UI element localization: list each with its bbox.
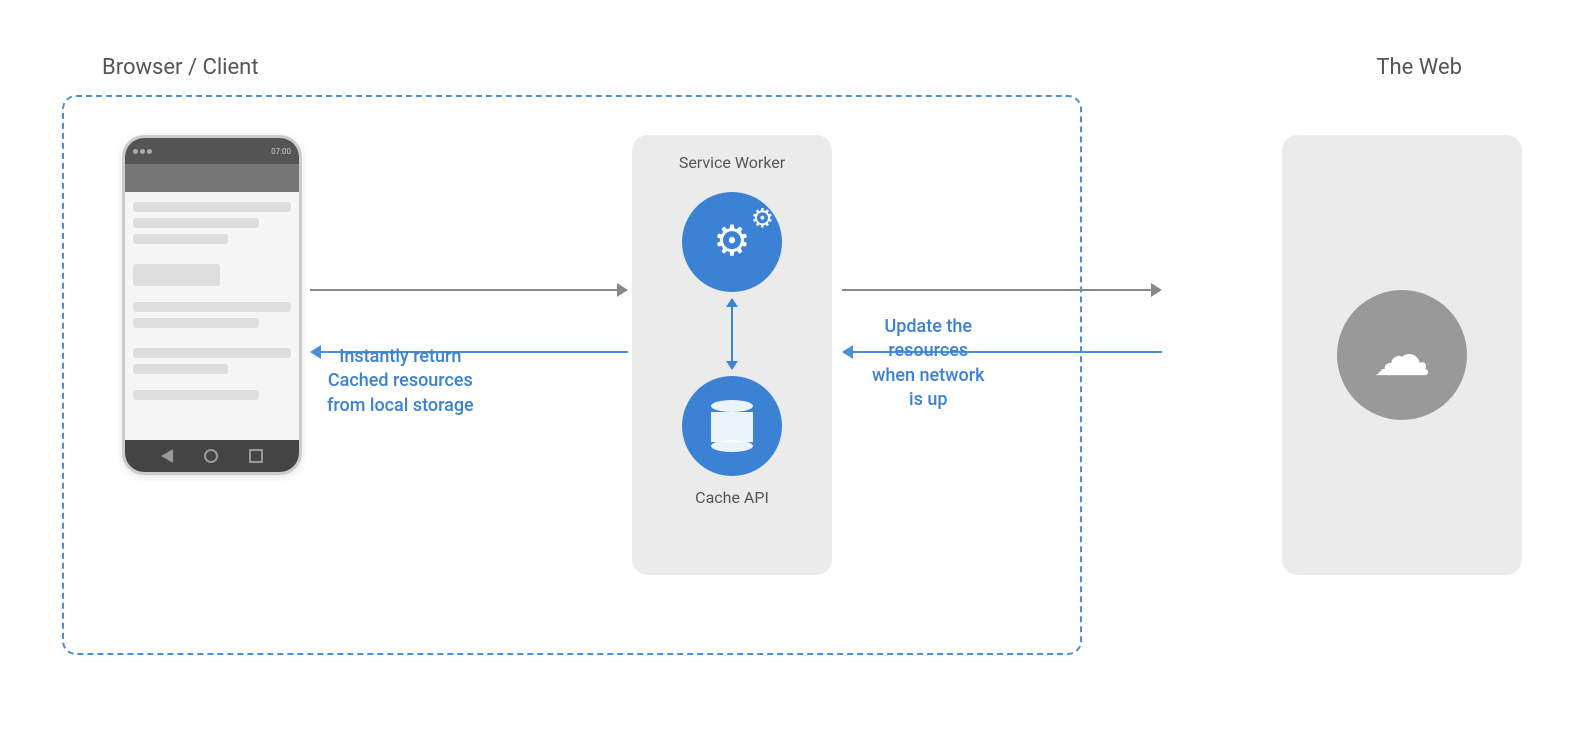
phone-content-line [133,390,259,400]
arrow-line-gray [842,289,1151,291]
signal-dot [147,149,152,154]
from-local-storage-text: from local storage [327,394,474,418]
arrow-head-right [617,283,628,297]
database-icon [711,400,753,452]
cloud-icon: ☁ [1373,321,1431,390]
phone-mockup: 07:00 [122,135,302,475]
db-cylinder-body [711,412,753,442]
phone-nav-bar [125,440,299,472]
gear-small-icon: ⚙ [751,204,774,234]
gear-circle: ⚙ ⚙ [682,192,782,292]
sw-double-arrow [731,304,733,364]
browser-client-label: Browser / Client [102,55,259,80]
update-the-text: Update the [872,315,984,339]
resources-text: resources [872,339,984,363]
arrow-head-left-blue [842,345,853,359]
the-web-label: The Web [1376,55,1462,80]
update-the-label: Update the resources when network is up [872,315,984,412]
signal-dot [133,149,138,154]
phone-content-line [133,364,228,374]
cache-api-label: Cache API [695,488,769,507]
gear-main-icon: ⚙ [713,221,751,263]
phone-content-block [133,264,220,286]
phone-content-line [133,202,291,212]
database-circle [682,376,782,476]
instantly-return-label: Instantly return Cached resources from l… [327,345,474,418]
phone-content-line [133,348,291,358]
sw-arrow-line [731,304,733,364]
is-up-text: is up [872,388,984,412]
arrow-line [310,289,617,291]
db-ellipse-bottom [711,440,753,452]
diagram-wrapper: Browser / Client The Web 07:00 [42,35,1542,695]
arrow-head-left [310,345,321,359]
time-text: 07:00 [271,147,291,156]
service-worker-box: Service Worker ⚙ ⚙ Cache API [632,135,832,575]
arrow-sw-to-web [842,283,1162,297]
phone-content [125,192,299,440]
signal-dots [133,149,152,154]
service-worker-label: Service Worker [679,153,785,172]
home-nav-icon [204,449,218,463]
arrow-phone-to-sw [310,283,628,297]
phone-content-line [133,234,228,244]
phone-toolbar [125,164,299,192]
signal-dot [140,149,145,154]
instantly-return-text: Instantly return [327,345,474,369]
phone-content-line [133,318,259,328]
phone-content-line [133,302,291,312]
phone-content-line [133,218,259,228]
cached-resources-text: Cached resources [327,369,474,393]
cloud-circle: ☁ [1337,290,1467,420]
the-web-box: ☁ [1282,135,1522,575]
back-nav-icon [161,449,173,463]
phone-status-bar: 07:00 [125,138,299,164]
db-ellipse-top [711,400,753,412]
when-network-text: when network [872,364,984,388]
recents-nav-icon [249,449,263,463]
arrow-head-right-gray [1151,283,1162,297]
